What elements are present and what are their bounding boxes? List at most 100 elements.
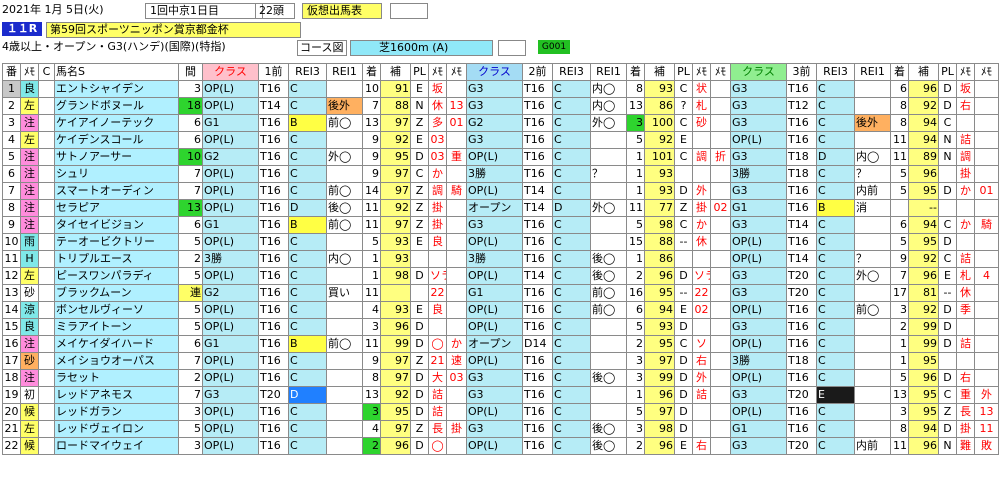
horse-mark[interactable]: 注 (20, 369, 39, 387)
horse-name[interactable]: シュリ (54, 165, 179, 183)
table-row[interactable]: 12左ピースワンパラディ5OP(L)T16C198DソラOP(L)T14C後◯2… (2, 267, 999, 285)
horse-mark[interactable]: 左 (20, 420, 39, 438)
horse-mark[interactable]: 注 (20, 148, 39, 166)
table-row[interactable]: 11 H トリプルエース 2 3勝 T16 C 内◯ 1 93 3勝 T16 C 後◯ 1 86 OP(L) T1… (2, 250, 999, 268)
race2-cls: G3 (466, 386, 523, 404)
horse-c[interactable] (38, 386, 55, 404)
table-row[interactable]: 9 注タイセイビジョン 6 G1 T16 B 前◯ 11 97 Z 掛 G3 T16 C 5 98 C か G3 T1… (2, 216, 999, 234)
course-map-button[interactable]: コース図 (297, 40, 347, 56)
horse-mark[interactable]: 注 (20, 216, 39, 234)
horse-name[interactable]: レッドヴェイロン (54, 420, 179, 438)
race3-rei: C (816, 420, 855, 438)
horse-mark[interactable]: H (20, 250, 39, 268)
horse-name[interactable]: サトノアーサー (54, 148, 179, 166)
race2-ho: 96 (644, 267, 675, 285)
horse-c[interactable] (38, 148, 55, 166)
horse-name[interactable]: メイショウオーパス (54, 352, 179, 370)
horse-c[interactable] (38, 80, 55, 98)
horse-mark[interactable]: 砂 (20, 284, 39, 302)
horse-mark[interactable]: 涼 (20, 301, 39, 319)
table-row[interactable]: 20 候レッドガラン 3 OP(L) T16 C 3 95 D 詰 OP(L) T16 C 5 97 D OP(… (2, 403, 999, 421)
horse-name[interactable]: ミラアイトーン (54, 318, 179, 336)
horse-c[interactable] (38, 182, 55, 200)
horse-mark[interactable]: 注 (20, 165, 39, 183)
horse-name[interactable]: メイケイダイハード (54, 335, 179, 353)
race3-pl: C (938, 216, 957, 234)
horse-name[interactable]: エントシャイデン (54, 80, 179, 98)
table-row[interactable]: 19 初レッドアネモス 7 G3 T20 D 13 92 D 詰 G3 T16 C 1 96 D 詰 G3 T20 E… (2, 386, 999, 404)
horse-c[interactable] (38, 250, 55, 268)
table-row[interactable]: 4 左ケイデンスコール 6 OP(L) T16 C 9 92 E 03 G3 T16 C 5 92 E OP(L… (2, 131, 999, 149)
horse-name[interactable]: レッドアネモス (54, 386, 179, 404)
table-row[interactable]: 13 砂ブラックムーン連 G2 T16 C 買い 11 22 G1 T16 C 前◯ 16 95 -- 22 G… (2, 284, 999, 302)
horse-c[interactable] (38, 437, 55, 455)
table-row[interactable]: 17 砂メイショウオーパス 7 OP(L) T16 C 9 97 Z 21 速 OP(L) T16 C 3 9… (2, 352, 999, 370)
horse-name[interactable]: グランドボヌール (54, 97, 179, 115)
horse-mark[interactable]: 砂 (20, 352, 39, 370)
horse-mark[interactable]: 候 (20, 437, 39, 455)
horse-c[interactable] (38, 199, 55, 217)
horse-c[interactable] (38, 131, 55, 149)
horse-name[interactable]: ピースワンパラディ (54, 267, 179, 285)
horse-c[interactable] (38, 403, 55, 421)
horse-mark[interactable]: 初 (20, 386, 39, 404)
horse-name[interactable]: テーオービクトリー (54, 233, 179, 251)
horse-c[interactable] (38, 318, 55, 336)
table-row[interactable]: 8 注セラピア 13 OP(L) T16 D 後◯ 11 92 Z 掛オープン T14 D 外◯ 11 77 Z… (2, 199, 999, 217)
horse-mark[interactable]: 左 (20, 267, 39, 285)
mode-label[interactable]: 仮想出馬表 (302, 3, 382, 19)
horse-mark[interactable]: 注 (20, 335, 39, 353)
table-row[interactable]: 5 注サトノアーサー 10 G2 T16 C 外◯ 9 95 D 03 重 OP(L) T16 C 1 101 C… (2, 148, 999, 166)
horse-c[interactable] (38, 301, 55, 319)
table-row[interactable]: 22 候ロードマイウェイ 3 OP(L) T16 C 2 96 D ◯ OP(L) T16 C 後◯ 2 96… (2, 437, 999, 455)
horse-name[interactable]: セラピア (54, 199, 179, 217)
horse-name[interactable]: ブラックムーン (54, 284, 179, 302)
table-row[interactable]: 6 注シュリ 7 OP(L) T16 C 9 97 C か 3勝 T16 C？ 1 93 3勝 T18 C？ 5 96… (2, 165, 999, 183)
race1-rank: 1 (362, 250, 381, 268)
horse-mark[interactable]: 左 (20, 131, 39, 149)
horse-name[interactable]: ケイデンスコール (54, 131, 179, 149)
horse-mark[interactable]: 注 (20, 199, 39, 217)
horse-name[interactable]: ラセット (54, 369, 179, 387)
table-row[interactable]: 3 注ケイアイノーテック 6 G1 T16 B 前◯ 13 97 Z 多 01 G2 T16 C 外◯ 3 100… (2, 114, 999, 132)
horse-c[interactable] (38, 267, 55, 285)
horse-c[interactable] (38, 335, 55, 353)
horse-name[interactable]: ケイアイノーテック (54, 114, 179, 132)
table-row[interactable]: 2 左グランドボヌール 18 OP(L) T14 C 後外 7 88 N 休 13 G3 T16 C 内◯ 13… (2, 97, 999, 115)
table-row[interactable]: 7 注スマートオーディン 7 OP(L) T16 C 前◯ 14 97 Z 調騎 OP(L) T14 C 1… (2, 182, 999, 200)
table-row[interactable]: 16 注メイケイダイハード 6 G1 T16 B 前◯ 11 99 D ◯ かオープン D14 C 2 95 C… (2, 335, 999, 353)
horse-c[interactable] (38, 216, 55, 234)
horse-c[interactable] (38, 352, 55, 370)
table-row[interactable]: 14 涼ボンセルヴィーソ 5 OP(L) T16 C 4 93 E 良 OP(L) T16 C 前◯ 6 94… (2, 301, 999, 319)
horse-name[interactable]: レッドガラン (54, 403, 179, 421)
mode-input[interactable] (390, 3, 428, 19)
table-row[interactable]: 1 良エントシャイデン 3 OP(L) T16 C 10 91 E 坂 G3 T16 C 内◯ 8 93 C 状 G… (2, 80, 999, 98)
race3-rank: 8 (890, 114, 909, 132)
horse-mark[interactable]: 注 (20, 114, 39, 132)
horse-name[interactable]: タイセイビジョン (54, 216, 179, 234)
table-row[interactable]: 15 良ミラアイトーン 5 OP(L) T16 C 3 96 D OP(L) T16 C 5 93 D G3 T… (2, 318, 999, 336)
horse-c[interactable] (38, 284, 55, 302)
table-row[interactable]: 18 注ラセット 2 OP(L) T16 C 8 97 D 大 03 G3 T16 C 後◯ 3 99 D 外 OP(… (2, 369, 999, 387)
horse-c[interactable] (38, 165, 55, 183)
race2-ho: 96 (644, 386, 675, 404)
horse-c[interactable] (38, 420, 55, 438)
table-row[interactable]: 21 左レッドヴェイロン 5 OP(L) T16 C 4 97 Z 長掛 G3 T16 C 後◯ 3 98 D G… (2, 420, 999, 438)
horse-name[interactable]: ロードマイウェイ (54, 437, 179, 455)
horse-mark[interactable]: 雨 (20, 233, 39, 251)
horse-mark[interactable]: 注 (20, 182, 39, 200)
horse-mark[interactable]: 候 (20, 403, 39, 421)
horse-mark[interactable]: 左 (20, 97, 39, 115)
course-input[interactable] (498, 40, 526, 56)
horse-c[interactable] (38, 97, 55, 115)
horse-name[interactable]: ボンセルヴィーソ (54, 301, 179, 319)
horse-c[interactable] (38, 233, 55, 251)
horse-mark[interactable]: 良 (20, 318, 39, 336)
table-row[interactable]: 10 雨テーオービクトリー 5 OP(L) T16 C 5 93 E 良 OP(L) T16 C 15 88… (2, 233, 999, 251)
race2-m1: 右 (692, 352, 711, 370)
horse-mark[interactable]: 良 (20, 80, 39, 98)
horse-name[interactable]: トリプルエース (54, 250, 179, 268)
horse-c[interactable] (38, 114, 55, 132)
horse-name[interactable]: スマートオーディン (54, 182, 179, 200)
horse-c[interactable] (38, 369, 55, 387)
